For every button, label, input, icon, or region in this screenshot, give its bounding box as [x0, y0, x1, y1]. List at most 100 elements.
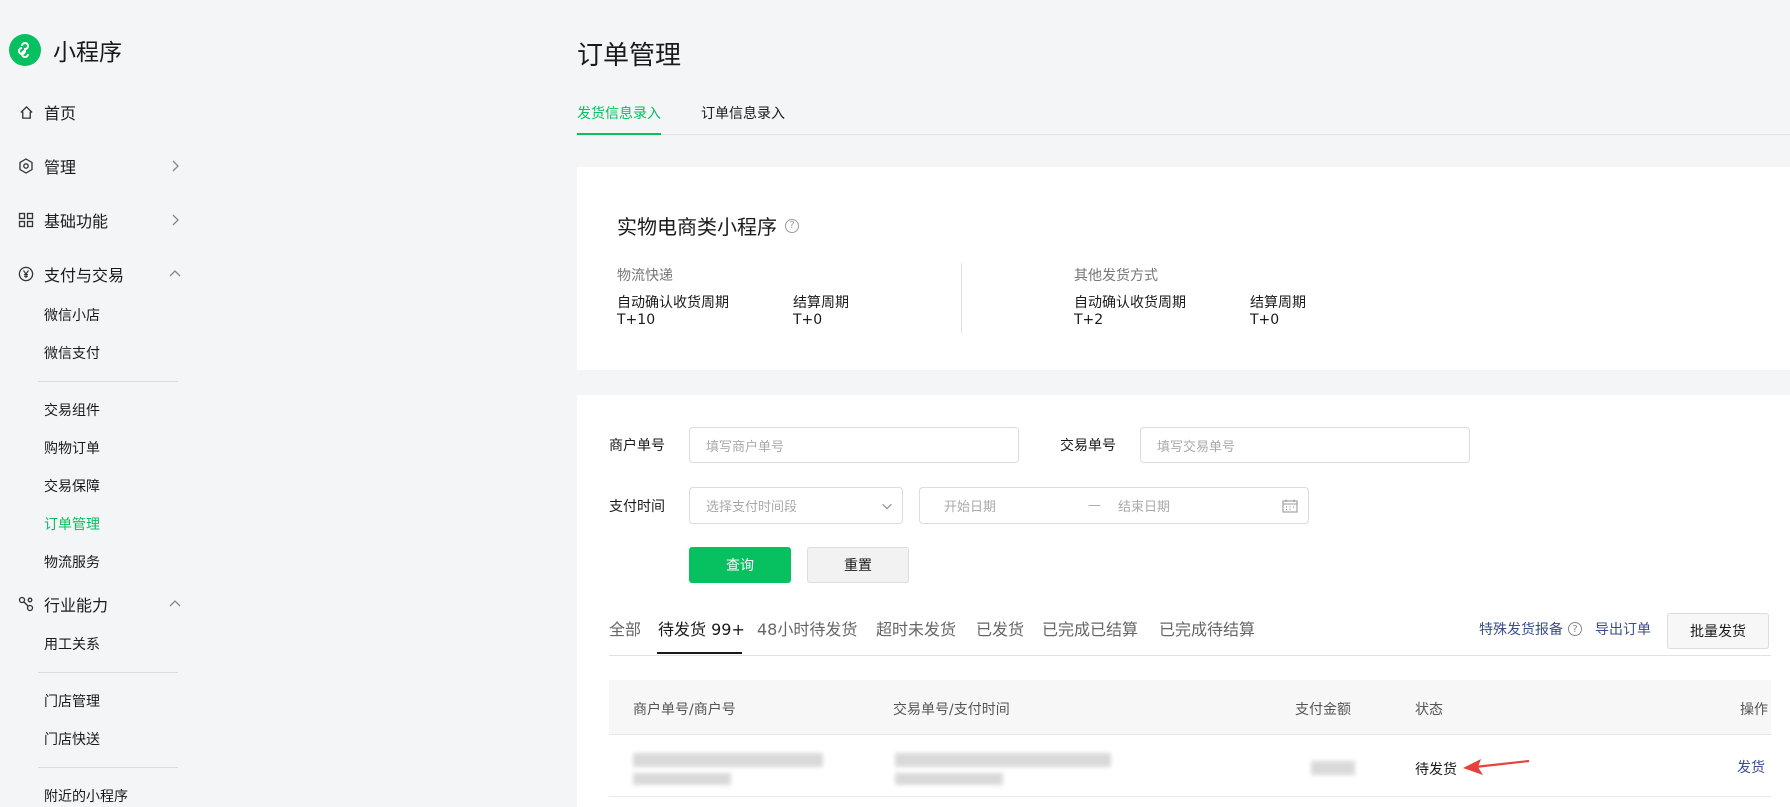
date-range-picker[interactable]: 开始日期 — 结束日期: [919, 487, 1309, 524]
hexagon-settings-icon: [18, 158, 34, 174]
mini-program-logo-icon: [9, 34, 41, 66]
sidebar-item-label: 基础功能: [44, 212, 109, 231]
trade-no-label: 交易单号: [1060, 438, 1116, 454]
th-action: 操作: [1740, 702, 1768, 718]
merchant-no-label: 商户单号: [609, 438, 665, 454]
sidebar-item-label: 行业能力: [44, 596, 109, 615]
grid-icon: [18, 212, 34, 228]
sidebar-item-wechat-store[interactable]: 微信小店: [44, 305, 100, 327]
sidebar-item-label: 管理: [44, 158, 77, 177]
logistics-settle-value: T+0: [793, 312, 823, 328]
reset-button[interactable]: 重置: [807, 547, 909, 583]
redacted-merchant-id: [633, 773, 731, 785]
chevron-up-icon: [167, 266, 183, 282]
special-report-link[interactable]: 特殊发货报备 ?: [1479, 619, 1582, 639]
sidebar-item-payment[interactable]: 支付与交易: [18, 260, 183, 288]
other-label: 其他发货方式: [1074, 268, 1158, 284]
brand-name: 小程序: [53, 40, 122, 66]
date-range-separator: —: [1088, 498, 1101, 513]
annotation-arrow-icon: [1463, 759, 1530, 775]
calendar-icon: [1282, 499, 1298, 517]
table-row: 待发货 发货: [609, 735, 1771, 797]
link-icon: [18, 596, 34, 612]
status-tab-all[interactable]: 全部: [609, 616, 641, 640]
batch-ship-button[interactable]: 批量发货: [1667, 613, 1769, 649]
th-merchant-no: 商户单号/商户号: [633, 702, 736, 718]
logistics-settle-key: 结算周期: [793, 295, 849, 311]
page-title: 订单管理: [577, 41, 682, 71]
sidebar-item-home[interactable]: 首页: [18, 98, 183, 126]
query-button[interactable]: 查询: [689, 547, 791, 583]
status-tab-shipped[interactable]: 已发货: [976, 616, 1024, 640]
sidebar-divider: [38, 672, 178, 673]
merchant-no-input[interactable]: 填写商户单号: [689, 427, 1019, 463]
status-tab-completed-settled[interactable]: 已完成已结算: [1042, 616, 1138, 640]
end-date-input[interactable]: 结束日期: [1118, 496, 1170, 515]
summary-card: 实物电商类小程序 ? 物流快递 自动确认收货周期 T+10 结算周期 T+0 其…: [577, 167, 1790, 370]
yen-icon: [18, 266, 34, 282]
chevron-down-icon: [880, 499, 894, 517]
status-cell: 待发货: [1415, 762, 1457, 778]
sidebar-item-order-management[interactable]: 订单管理: [44, 514, 100, 536]
sidebar-item-employment[interactable]: 用工关系: [44, 634, 100, 656]
logistics-confirm-key: 自动确认收货周期: [617, 295, 729, 311]
th-amount: 支付金额: [1295, 702, 1351, 718]
status-tab-48h-pending[interactable]: 48小时待发货: [757, 616, 857, 640]
help-icon[interactable]: ?: [785, 218, 799, 233]
sidebar-item-basic[interactable]: 基础功能: [18, 206, 183, 234]
sidebar-item-manage[interactable]: 管理: [18, 152, 183, 180]
pay-time-label: 支付时间: [609, 499, 665, 515]
page-tabs: 发货信息录入 订单信息录入: [577, 103, 1790, 135]
ship-button[interactable]: 发货: [1737, 757, 1765, 777]
logistics-label: 物流快递: [617, 268, 673, 284]
sidebar-item-label: 支付与交易: [44, 266, 125, 285]
export-orders-link[interactable]: 导出订单: [1595, 619, 1651, 639]
summary-title-text: 实物电商类小程序: [617, 215, 777, 239]
status-tab-active-indicator: [657, 652, 742, 654]
redacted-trade-no: [895, 753, 1111, 767]
trade-no-input[interactable]: 填写交易单号: [1140, 427, 1470, 463]
chevron-up-icon: [167, 596, 183, 612]
orders-card: 商户单号 填写商户单号 交易单号 填写交易单号 支付时间 选择支付时间段 开始日…: [577, 395, 1790, 807]
tab-order-info[interactable]: 订单信息录入: [701, 103, 785, 135]
other-settle-key: 结算周期: [1250, 295, 1306, 311]
sidebar-item-trade-component[interactable]: 交易组件: [44, 400, 100, 422]
tab-shipping-info[interactable]: 发货信息录入: [577, 103, 661, 135]
sidebar-item-store-management[interactable]: 门店管理: [44, 691, 100, 713]
sidebar-divider: [38, 767, 178, 768]
pay-time-select[interactable]: 选择支付时间段: [689, 487, 903, 524]
chevron-right-icon: [167, 212, 183, 228]
th-status: 状态: [1415, 702, 1443, 718]
status-tab-completed-pending-settle[interactable]: 已完成待结算: [1159, 616, 1255, 640]
summary-divider: [961, 263, 962, 333]
home-icon: [18, 104, 34, 120]
status-tabs-baseline: [609, 655, 1771, 656]
sidebar-item-store-delivery[interactable]: 门店快送: [44, 729, 100, 751]
sidebar-item-wechat-pay[interactable]: 微信支付: [44, 343, 100, 365]
redacted-amount: [1311, 761, 1355, 775]
sidebar-divider: [38, 381, 178, 382]
sidebar-item-shopping-orders[interactable]: 购物订单: [44, 438, 100, 460]
chevron-right-icon: [167, 158, 183, 174]
other-confirm-value: T+2: [1074, 312, 1104, 328]
pay-time-select-value: 选择支付时间段: [706, 500, 798, 515]
th-trade-no: 交易单号/支付时间: [893, 702, 1010, 718]
status-tab-overdue[interactable]: 超时未发货: [876, 616, 956, 640]
sidebar-item-logistics[interactable]: 物流服务: [44, 552, 100, 574]
special-report-label: 特殊发货报备: [1479, 622, 1563, 638]
sidebar-item-industry[interactable]: 行业能力: [18, 590, 183, 618]
summary-title: 实物电商类小程序 ?: [617, 211, 799, 240]
table-header: 商户单号/商户号 交易单号/支付时间 支付金额 状态 操作: [609, 680, 1771, 735]
redacted-merchant-no: [633, 753, 823, 767]
logistics-confirm-value: T+10: [617, 312, 656, 328]
sidebar-item-nearby-mini-programs[interactable]: 附近的小程序: [44, 786, 128, 807]
sidebar-item-trade-guarantee[interactable]: 交易保障: [44, 476, 100, 498]
start-date-input[interactable]: 开始日期: [944, 496, 996, 515]
brand[interactable]: 小程序: [9, 33, 122, 67]
help-icon[interactable]: ?: [1568, 622, 1582, 636]
status-tab-pending[interactable]: 待发货 99+: [658, 616, 745, 640]
other-confirm-key: 自动确认收货周期: [1074, 295, 1186, 311]
sidebar: 小程序 首页 管理 基础功能 支付与交易 微信小店 微信支付 交易组件 购物订单…: [0, 0, 190, 807]
redacted-pay-time: [895, 773, 1003, 785]
sidebar-item-label: 首页: [44, 104, 77, 123]
